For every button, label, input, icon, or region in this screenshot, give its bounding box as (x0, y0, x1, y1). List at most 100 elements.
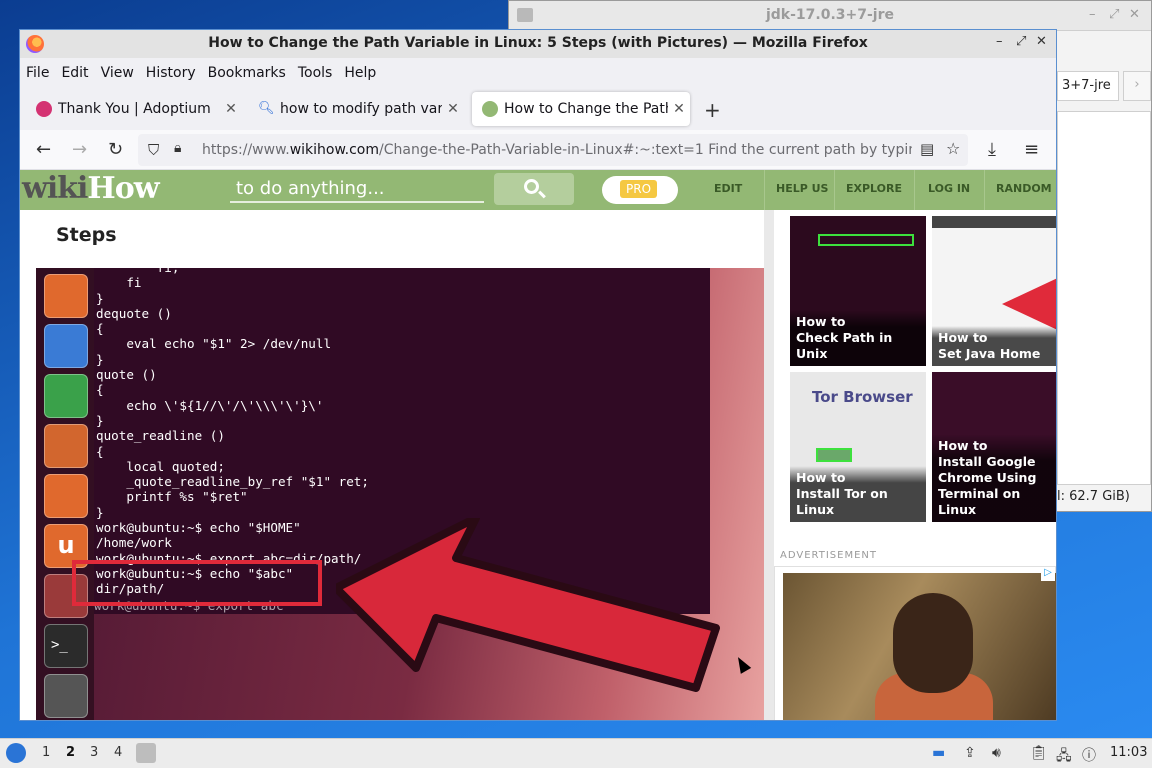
tab-bar: Thank You | Adoptium ✕ 🔍︎ how to modify … (20, 88, 1056, 130)
related-card[interactable]: Tor Browser How to Install Tor on Linux (790, 372, 926, 522)
advertisement-label: ADVERTISEMENT (780, 550, 878, 561)
nav-help-us[interactable]: HELP US (776, 182, 828, 195)
url-text[interactable]: https://www.wikihow.com/Change-the-Path-… (202, 142, 912, 158)
menu-bar: File Edit View History Bookmarks Tools H… (20, 58, 1056, 88)
close-icon[interactable]: ✕ (1129, 7, 1140, 22)
nav-log-in[interactable]: LOG IN (928, 182, 970, 195)
nav-random[interactable]: RANDOM (996, 182, 1052, 195)
volume-icon[interactable]: 🔊︎ (992, 745, 1001, 761)
hamburger-menu-icon[interactable]: ≡ (1024, 139, 1039, 160)
calc-icon (44, 374, 88, 418)
tab-label: Thank You | Adoptium (58, 101, 211, 117)
impress-icon (44, 424, 88, 468)
step-image[interactable]: u >_ fi; fi } dequote () { eval echo "$1… (36, 268, 764, 720)
free-space-status: l: 62.7 GiB) (1057, 489, 1130, 504)
wikihow-logo[interactable]: wikiHow (22, 171, 160, 206)
magnifier-icon (524, 179, 539, 194)
terminal-icon: >_ (44, 624, 88, 668)
adoptium-icon (36, 101, 52, 117)
tab-label: how to modify path varia (280, 101, 442, 117)
red-arrow-annotation (336, 518, 720, 692)
wikihow-search-button[interactable] (494, 173, 574, 205)
tor-browser-logo: Tor Browser (812, 388, 913, 406)
close-tab-icon[interactable]: ✕ (220, 101, 242, 117)
download-icon[interactable]: ⤓ (988, 139, 996, 160)
menu-history[interactable]: History (146, 65, 196, 81)
maximize-icon[interactable]: ⤢ (1109, 7, 1119, 22)
related-card[interactable]: How to Check Path in Unix (790, 216, 926, 366)
reload-icon[interactable]: ↻ (108, 139, 123, 160)
bookmark-star-icon[interactable]: ☆ (946, 139, 960, 158)
url-bar[interactable]: ⛉ 🔒︎ https://www.wikihow.com/Change-the-… (138, 134, 968, 166)
software-center-icon (44, 474, 88, 518)
shield-icon[interactable]: ⛉ (148, 141, 159, 159)
taskbar-app-icon[interactable] (136, 743, 156, 763)
workspace-3[interactable]: 3 (90, 745, 98, 760)
new-tab-plus-icon[interactable]: + (704, 98, 721, 122)
menu-view[interactable]: View (101, 65, 134, 81)
tab-adoptium[interactable]: Thank You | Adoptium ✕ (26, 92, 242, 126)
menu-file[interactable]: File (26, 65, 49, 81)
advertisement[interactable]: ▷ (774, 566, 1056, 720)
page-content: wikiHow to do anything... PRO EDIT HELP … (20, 170, 1056, 720)
close-tab-icon[interactable]: ✕ (668, 101, 690, 117)
related-caption: How to Install Tor on Linux (790, 466, 926, 522)
window-title: How to Change the Path Variable in Linux… (208, 35, 868, 51)
menu-bookmarks[interactable]: Bookmarks (208, 65, 286, 81)
tab-wikihow[interactable]: How to Change the Path ✕ (472, 92, 690, 126)
close-tab-icon[interactable]: ✕ (442, 101, 464, 117)
article-column: Steps u >_ fi; fi } dequote () { eval ec… (20, 210, 764, 720)
taskbar: 1 2 3 4 ▬ ⇪ 🔊︎ 📋︎ 🖧 ⓘ 11:03 (0, 738, 1152, 768)
workspace-switcher-icon (44, 674, 88, 718)
writer-icon (44, 324, 88, 368)
minimize-icon[interactable]: – (1089, 7, 1096, 22)
steps-heading: Steps (56, 224, 117, 246)
pro-badge: PRO (620, 180, 658, 198)
firefox-window[interactable]: How to Change the Path Variable in Linux… (19, 29, 1057, 721)
workspace-2[interactable]: 2 (66, 745, 75, 760)
nav-explore[interactable]: EXPLORE (846, 182, 902, 195)
nav-edit[interactable]: EDIT (714, 182, 742, 195)
menu-help[interactable]: Help (344, 65, 376, 81)
pro-button[interactable]: PRO (602, 176, 678, 204)
terminal-output: fi; fi } dequote () { eval echo "$1" 2> … (96, 268, 369, 597)
network-icon[interactable]: 🖧 (1056, 745, 1072, 768)
wikihow-icon (482, 101, 498, 117)
files-icon (44, 274, 88, 318)
start-menu-icon[interactable] (6, 743, 26, 763)
lock-icon[interactable]: 🔒︎ (174, 140, 181, 156)
related-caption: How to Set Java Home (932, 326, 1056, 366)
maximize-icon[interactable]: ⤢ (1016, 34, 1026, 49)
upload-icon[interactable]: ⇪ (964, 745, 976, 761)
notification-icon[interactable]: ⓘ (1082, 745, 1096, 765)
chevron-right-icon[interactable]: › (1123, 71, 1151, 101)
menu-tools[interactable]: Tools (298, 65, 333, 81)
related-caption: How to Check Path in Unix (790, 310, 926, 366)
background-window-titlebar[interactable]: jdk-17.0.3+7-jre – ⤢ ✕ (509, 1, 1151, 31)
reader-view-icon[interactable]: ▤ (920, 140, 934, 158)
related-caption: How to Install Google Chrome Using Termin… (932, 434, 1056, 522)
minimize-icon[interactable]: – (996, 34, 1003, 49)
menu-edit[interactable]: Edit (61, 65, 88, 81)
navigation-toolbar: ← → ↻ ⛉ 🔒︎ https://www.wikihow.com/Chang… (20, 130, 1056, 170)
adchoices-icon[interactable]: ▷ (1041, 567, 1055, 581)
related-card[interactable]: How to Install Google Chrome Using Termin… (932, 372, 1056, 522)
display-icon[interactable]: ▬ (932, 745, 945, 761)
related-card[interactable]: How to Set Java Home (932, 216, 1056, 366)
advertisement-image[interactable] (783, 573, 1056, 720)
workspace-4[interactable]: 4 (114, 745, 122, 760)
forward-arrow-icon[interactable]: → (72, 139, 87, 160)
clipboard-icon[interactable]: 📋︎ (1030, 745, 1048, 761)
back-arrow-icon[interactable]: ← (36, 139, 51, 160)
wikihow-header: wikiHow to do anything... PRO EDIT HELP … (20, 170, 1056, 210)
close-icon[interactable]: ✕ (1036, 34, 1047, 49)
file-list-panel[interactable] (1057, 111, 1151, 485)
clock: 11:03 (1110, 745, 1148, 760)
path-bar-segment[interactable]: 3+7-jre (1057, 71, 1119, 101)
firefox-titlebar[interactable]: How to Change the Path Variable in Linux… (20, 30, 1056, 58)
search-icon: 🔍︎ (258, 101, 275, 116)
workspace-1[interactable]: 1 (42, 745, 50, 760)
wikihow-search-input[interactable]: to do anything... (230, 175, 484, 203)
tab-search[interactable]: 🔍︎ how to modify path varia ✕ (248, 92, 464, 126)
highlight-box (72, 560, 322, 606)
